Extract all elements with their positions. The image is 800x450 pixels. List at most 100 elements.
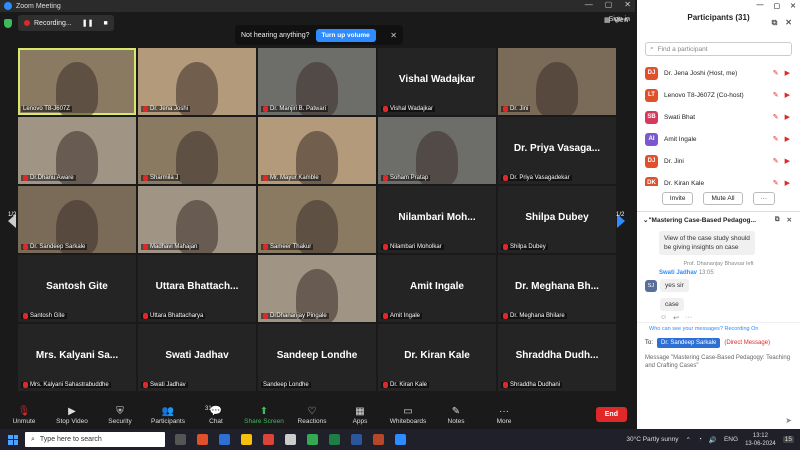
participant-video-feed bbox=[536, 62, 578, 115]
video-tile[interactable]: Santosh Gite Santosh Gite bbox=[18, 255, 136, 322]
clock[interactable]: 13:12 13-06-2024 bbox=[745, 432, 776, 448]
notes-button[interactable]: ✎ Notes bbox=[432, 406, 480, 426]
reply-icon[interactable]: ↩ bbox=[673, 314, 679, 322]
task-view-icon[interactable] bbox=[175, 434, 186, 445]
word-icon[interactable] bbox=[351, 434, 362, 445]
video-tile[interactable]: Sandeep Londhe Sandeep Londhe bbox=[258, 324, 376, 391]
tray-up-arrow-icon[interactable]: ⌃ bbox=[685, 436, 690, 444]
participants-button[interactable]: 👥 Participants bbox=[144, 406, 192, 426]
powerpoint-icon[interactable] bbox=[373, 434, 384, 445]
encryption-shield-icon[interactable] bbox=[4, 18, 12, 28]
video-tile[interactable]: Dr. Sandeep Sarkale bbox=[18, 186, 136, 253]
network-icon[interactable]: ◔ bbox=[698, 436, 702, 443]
video-tile[interactable]: DrDhananjay Pingale bbox=[258, 255, 376, 322]
participant-row[interactable]: DK Dr. Kiran Kale ✎ ▶ bbox=[637, 172, 800, 186]
notification-badge[interactable]: 15 bbox=[782, 436, 794, 443]
participant-row[interactable]: SB Swati Bhat ✎ ▶ bbox=[637, 106, 800, 128]
participant-row[interactable]: LT Lenovo T8-J607Z (Co-host) ✎ ▶ bbox=[637, 84, 800, 106]
participant-name-label: Dr. Priya Vasagadekar bbox=[501, 175, 572, 181]
video-tile[interactable]: Swati Jadhav Swati Jadhav bbox=[138, 324, 256, 391]
minimize-icon[interactable]: — bbox=[757, 2, 764, 10]
edge-browser-icon[interactable] bbox=[219, 434, 230, 445]
maximize-icon[interactable]: ▢ bbox=[605, 0, 613, 9]
share-screen-button[interactable]: ⬆ Share Screen bbox=[240, 406, 288, 426]
video-tile[interactable]: Shraddha Dudh... Shraddha Dudhani bbox=[498, 324, 616, 391]
video-tile[interactable]: Mrs. Kalyani Sa... Mrs. Kalyani Sahastrab… bbox=[18, 324, 136, 391]
video-tile[interactable]: Dr.Dhanu Aware bbox=[18, 117, 136, 184]
stop-video-button[interactable]: ▶ Stop Video bbox=[48, 406, 96, 426]
pause-recording-icon[interactable]: ❚❚ bbox=[82, 19, 94, 27]
security-button[interactable]: ⛨ Security bbox=[96, 406, 144, 426]
recipient-select[interactable]: Dr. Sandeep Sarkale bbox=[657, 338, 721, 348]
video-tile[interactable]: Dr. Jini bbox=[498, 48, 616, 115]
taskbar-search-input[interactable]: ⌕ Type here to search bbox=[25, 432, 165, 447]
participants-header: Participants (31) — ▢ ✕ ⧉ ✕ bbox=[637, 0, 800, 34]
participant-row[interactable]: AI Amit Ingale ✎ ▶ bbox=[637, 128, 800, 150]
zoom-taskbar-icon[interactable] bbox=[395, 434, 406, 445]
maximize-icon[interactable]: ▢ bbox=[774, 2, 781, 10]
popout-icon[interactable]: ⧉ bbox=[772, 18, 778, 28]
participant-name-display: Uttara Bhattach... bbox=[155, 281, 239, 292]
video-tile[interactable]: Dr. Meghana Bh... Dr. Meghana Bhilare bbox=[498, 255, 616, 322]
minimize-icon[interactable]: — bbox=[585, 0, 593, 9]
language-indicator[interactable]: ENG bbox=[724, 436, 738, 443]
video-tile[interactable]: Sameer Thakur bbox=[258, 186, 376, 253]
video-tile[interactable]: Mr. Mayur Kamble bbox=[258, 117, 376, 184]
participant-name-label: Dr. Jini bbox=[501, 106, 531, 112]
unmute-button[interactable]: 🎙 Unmute bbox=[0, 406, 48, 426]
more-dots-icon[interactable]: ··· bbox=[685, 314, 692, 322]
invite-button[interactable]: Invite bbox=[661, 192, 694, 205]
chrome-icon[interactable] bbox=[263, 434, 274, 445]
video-tile[interactable]: Dr. Manjiri B. Patwari bbox=[258, 48, 376, 115]
whiteboards-button[interactable]: ▭ Whiteboards bbox=[384, 406, 432, 426]
volume-icon[interactable]: 🔊 bbox=[709, 436, 717, 444]
video-tile[interactable]: Dr. Kiran Kale Dr. Kiran Kale bbox=[378, 324, 496, 391]
view-button[interactable]: ▦ View bbox=[604, 16, 629, 25]
apps-button[interactable]: ▦ Apps bbox=[336, 406, 384, 426]
recipient-row: To: Dr. Sandeep Sarkale (Direct Message) bbox=[637, 335, 800, 351]
send-icon[interactable]: ➤ bbox=[785, 416, 792, 425]
video-tile[interactable]: Nilambari Moh... Nilambari Moholkar bbox=[378, 186, 496, 253]
video-tile[interactable]: Soham Pratap bbox=[378, 117, 496, 184]
close-icon[interactable]: ✕ bbox=[624, 0, 631, 9]
office-app-icon[interactable] bbox=[197, 434, 208, 445]
video-tile[interactable]: Dr. Priya Vasaga... Dr. Priya Vasagadekar bbox=[498, 117, 616, 184]
end-meeting-button[interactable]: End bbox=[595, 407, 627, 422]
store-icon[interactable] bbox=[285, 434, 296, 445]
windows-start-icon[interactable] bbox=[8, 434, 18, 445]
reactions-button[interactable]: ♡ Reactions bbox=[288, 406, 336, 426]
message-visibility-note[interactable]: Who can see your messages? Recording On bbox=[637, 322, 800, 335]
close-panel-icon[interactable]: ✕ bbox=[785, 18, 792, 28]
chrome-icon-2[interactable] bbox=[307, 434, 318, 445]
close-notice-icon[interactable]: ✕ bbox=[390, 31, 397, 40]
participant-name-label: Soham Pratap bbox=[381, 175, 431, 181]
participant-row[interactable]: DJ Dr. Jini ✎ ▶ bbox=[637, 150, 800, 172]
file-explorer-icon[interactable] bbox=[241, 434, 252, 445]
chat-message-input[interactable]: Message "Mastering Case-Based Pedagogy: … bbox=[637, 351, 800, 373]
video-tile[interactable]: Amit Ingale Amit Ingale bbox=[378, 255, 496, 322]
video-tile[interactable]: Madhavi Mahajan bbox=[138, 186, 256, 253]
weather-widget[interactable]: 30°C Partly sunny bbox=[626, 436, 678, 443]
video-tile[interactable]: Shilpa Dubey Shilpa Dubey bbox=[498, 186, 616, 253]
muted-mic-icon bbox=[143, 382, 148, 388]
stop-recording-icon[interactable]: ■ bbox=[103, 20, 107, 27]
close-chat-icon[interactable]: ✕ bbox=[787, 216, 792, 224]
turn-up-volume-button[interactable]: Turn up volume bbox=[315, 28, 376, 42]
participant-list: DJ Dr. Jena Joshi (Host, me) ✎ ▶ LT Lenovo T8… bbox=[637, 62, 800, 186]
participant-row[interactable]: DJ Dr. Jena Joshi (Host, me) ✎ ▶ bbox=[637, 62, 800, 84]
video-tile[interactable]: Vishal Wadajkar Vishal Wadajkar bbox=[378, 48, 496, 115]
participant-name: DrDhananjay Pingale bbox=[270, 313, 327, 319]
video-tile[interactable]: Sharmila J bbox=[138, 117, 256, 184]
chat-button[interactable]: 💬 Chat bbox=[192, 406, 240, 426]
excel-icon[interactable] bbox=[329, 434, 340, 445]
video-tile[interactable]: Dr. Jena Joshi bbox=[138, 48, 256, 115]
mute-all-button[interactable]: Mute All bbox=[703, 192, 743, 205]
video-tile[interactable]: Lenovo T8-J607Z bbox=[18, 48, 136, 115]
more-options-button[interactable]: ··· bbox=[752, 192, 776, 205]
emoji-react-icon[interactable]: ☺ bbox=[660, 314, 667, 322]
popout-icon[interactable]: ⧉ bbox=[775, 216, 780, 224]
close-icon[interactable]: ✕ bbox=[790, 2, 796, 10]
more-button[interactable]: ··· More bbox=[480, 406, 528, 426]
participant-search-input[interactable]: ⌕ Find a participant bbox=[645, 42, 792, 56]
video-tile[interactable]: Uttara Bhattach... Uttara Bhattacharya bbox=[138, 255, 256, 322]
